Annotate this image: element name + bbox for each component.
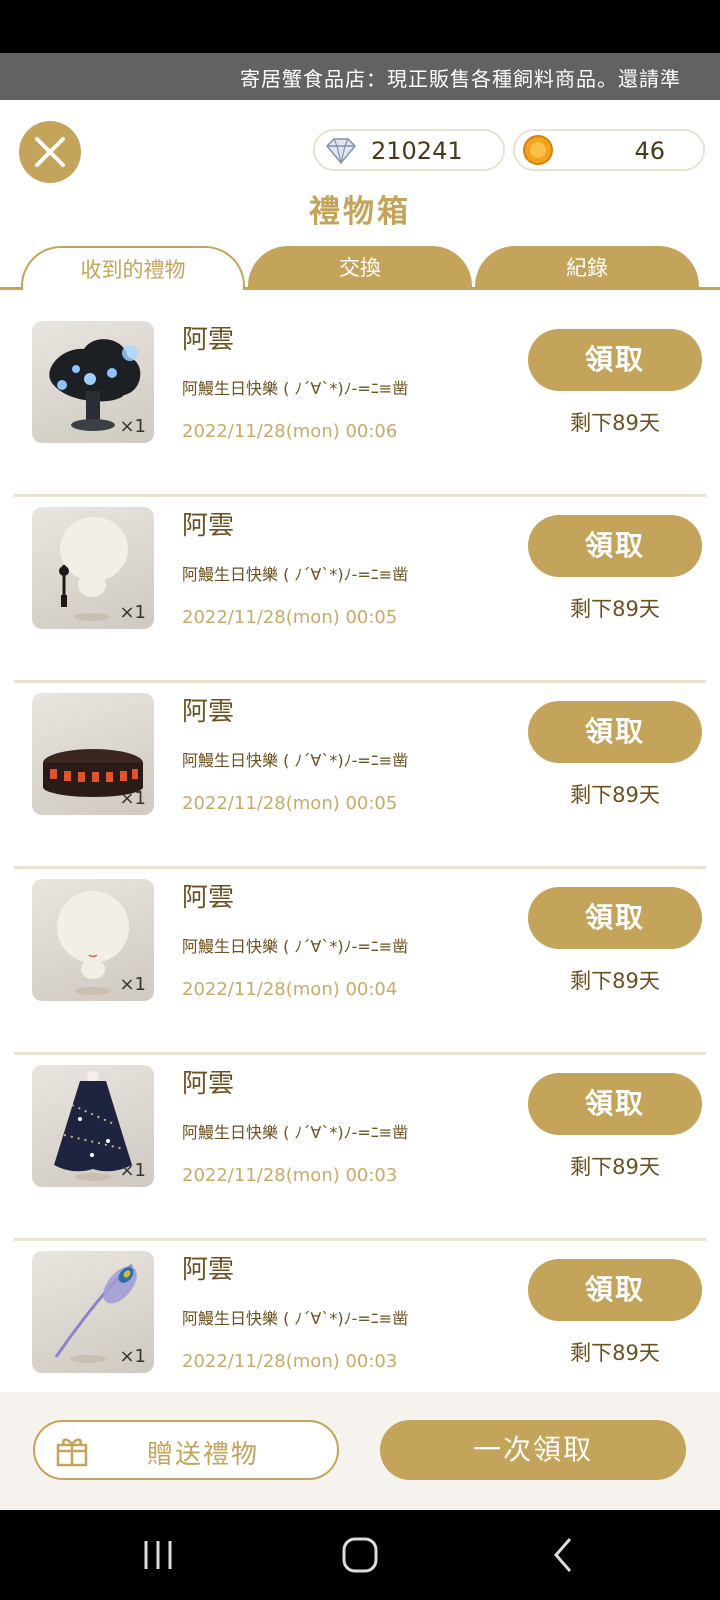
gift-qty: ×1 xyxy=(119,416,146,437)
gift-row: ×1 阿雲 阿鰻生日快樂 ( ﾉ´∀`*)ﾉ-=ﾆ≡凿 2022/11/28(m… xyxy=(14,1055,706,1241)
coin-balance: 46 xyxy=(513,129,705,171)
gift-remaining: 剩下89天 xyxy=(570,597,660,621)
diamond-count: 210241 xyxy=(371,137,463,165)
gift-item-image: ×1 xyxy=(32,507,154,629)
gift-item-image: ×1 xyxy=(32,693,154,815)
claim-button[interactable]: 領取 xyxy=(528,1073,702,1135)
gift-row: ×1 阿雲 阿鰻生日快樂 ( ﾉ´∀`*)ﾉ-=ﾆ≡凿 2022/11/28(m… xyxy=(14,1241,706,1392)
ticker-text: 寄居蟹食品店：現正販售各種飼料商品。還請準 xyxy=(240,67,681,91)
gift-message: 阿鰻生日快樂 ( ﾉ´∀`*)ﾉ-=ﾆ≡凿 xyxy=(182,379,409,398)
gift-qty: ×1 xyxy=(119,788,146,809)
gift-sender: 阿雲 xyxy=(182,1069,235,1099)
gift-sender: 阿雲 xyxy=(182,883,235,913)
gift-message: 阿鰻生日快樂 ( ﾉ´∀`*)ﾉ-=ﾆ≡凿 xyxy=(182,1309,409,1328)
gift-date: 2022/11/28(mon) 00:03 xyxy=(182,1351,398,1372)
gift-item-image: ×1 xyxy=(32,879,154,1001)
claim-button[interactable]: 領取 xyxy=(528,1259,702,1321)
coin-count: 46 xyxy=(634,137,665,165)
gift-row: ×1 阿雲 阿鰻生日快樂 ( ﾉ´∀`*)ﾉ-=ﾆ≡凿 2022/11/28(m… xyxy=(14,497,706,683)
gift-remaining: 剩下89天 xyxy=(570,1341,660,1365)
gift-sender: 阿雲 xyxy=(182,697,235,727)
gift-sender: 阿雲 xyxy=(182,325,235,355)
send-gift-label: 贈送禮物 xyxy=(147,1440,260,1470)
announcement-ticker: 寄居蟹食品店：現正販售各種飼料商品。還請準 xyxy=(0,53,720,100)
gift-qty: ×1 xyxy=(119,602,146,623)
gift-qty: ×1 xyxy=(119,1346,146,1367)
gift-remaining: 剩下89天 xyxy=(570,411,660,435)
close-button[interactable] xyxy=(19,121,81,183)
gift-sender: 阿雲 xyxy=(182,511,235,541)
home-icon[interactable] xyxy=(340,1535,380,1575)
gift-icon xyxy=(56,1438,88,1467)
gift-row: ×1 阿雲 阿鰻生日快樂 ( ﾉ´∀`*)ﾉ-=ﾆ≡凿 2022/11/28(m… xyxy=(14,311,706,497)
gift-row: ×1 阿雲 阿鰻生日快樂 ( ﾉ´∀`*)ﾉ-=ﾆ≡凿 2022/11/28(m… xyxy=(14,683,706,869)
claim-all-button[interactable]: 一次領取 xyxy=(380,1420,686,1480)
gift-qty: ×1 xyxy=(119,974,146,995)
tab-record[interactable]: 紀錄 xyxy=(475,246,699,290)
gift-item-image: ×1 xyxy=(32,1251,154,1373)
send-gift-button[interactable]: 贈送禮物 xyxy=(33,1420,339,1480)
system-nav-bar xyxy=(0,1510,720,1600)
page-title: 禮物箱 xyxy=(309,194,411,230)
tab-received[interactable]: 收到的禮物 xyxy=(21,246,245,290)
gift-message: 阿鰻生日快樂 ( ﾉ´∀`*)ﾉ-=ﾆ≡凿 xyxy=(182,937,409,956)
gift-date: 2022/11/28(mon) 00:06 xyxy=(182,421,398,442)
diamond-balance: 210241 xyxy=(313,129,505,171)
gift-remaining: 剩下89天 xyxy=(570,783,660,807)
gift-date: 2022/11/28(mon) 00:04 xyxy=(182,979,398,1000)
gift-message: 阿鰻生日快樂 ( ﾉ´∀`*)ﾉ-=ﾆ≡凿 xyxy=(182,751,409,770)
diamond-icon xyxy=(325,138,357,165)
tab-exchange[interactable]: 交換 xyxy=(248,246,472,290)
gift-date: 2022/11/28(mon) 00:05 xyxy=(182,793,398,814)
claim-button[interactable]: 領取 xyxy=(528,329,702,391)
gift-item-image: ×1 xyxy=(32,321,154,443)
gift-qty: ×1 xyxy=(119,1160,146,1181)
gift-sender: 阿雲 xyxy=(182,1255,235,1285)
coin-icon xyxy=(523,135,553,165)
claim-button[interactable]: 領取 xyxy=(528,515,702,577)
footer-bar: 贈送禮物 一次領取 xyxy=(0,1392,720,1510)
gift-row: ×1 阿雲 阿鰻生日快樂 ( ﾉ´∀`*)ﾉ-=ﾆ≡凿 2022/11/28(m… xyxy=(14,869,706,1055)
gift-remaining: 剩下89天 xyxy=(570,1155,660,1179)
gift-item-image: ×1 xyxy=(32,1065,154,1187)
gift-date: 2022/11/28(mon) 00:03 xyxy=(182,1165,398,1186)
status-bar xyxy=(0,0,720,53)
gift-remaining: 剩下89天 xyxy=(570,969,660,993)
claim-button[interactable]: 領取 xyxy=(528,701,702,763)
gift-message: 阿鰻生日快樂 ( ﾉ´∀`*)ﾉ-=ﾆ≡凿 xyxy=(182,565,409,584)
claim-button[interactable]: 領取 xyxy=(528,887,702,949)
gift-date: 2022/11/28(mon) 00:05 xyxy=(182,607,398,628)
gift-message: 阿鰻生日快樂 ( ﾉ´∀`*)ﾉ-=ﾆ≡凿 xyxy=(182,1123,409,1142)
recent-apps-icon[interactable] xyxy=(138,1535,178,1575)
close-icon xyxy=(35,137,65,167)
back-icon[interactable] xyxy=(544,1535,584,1575)
